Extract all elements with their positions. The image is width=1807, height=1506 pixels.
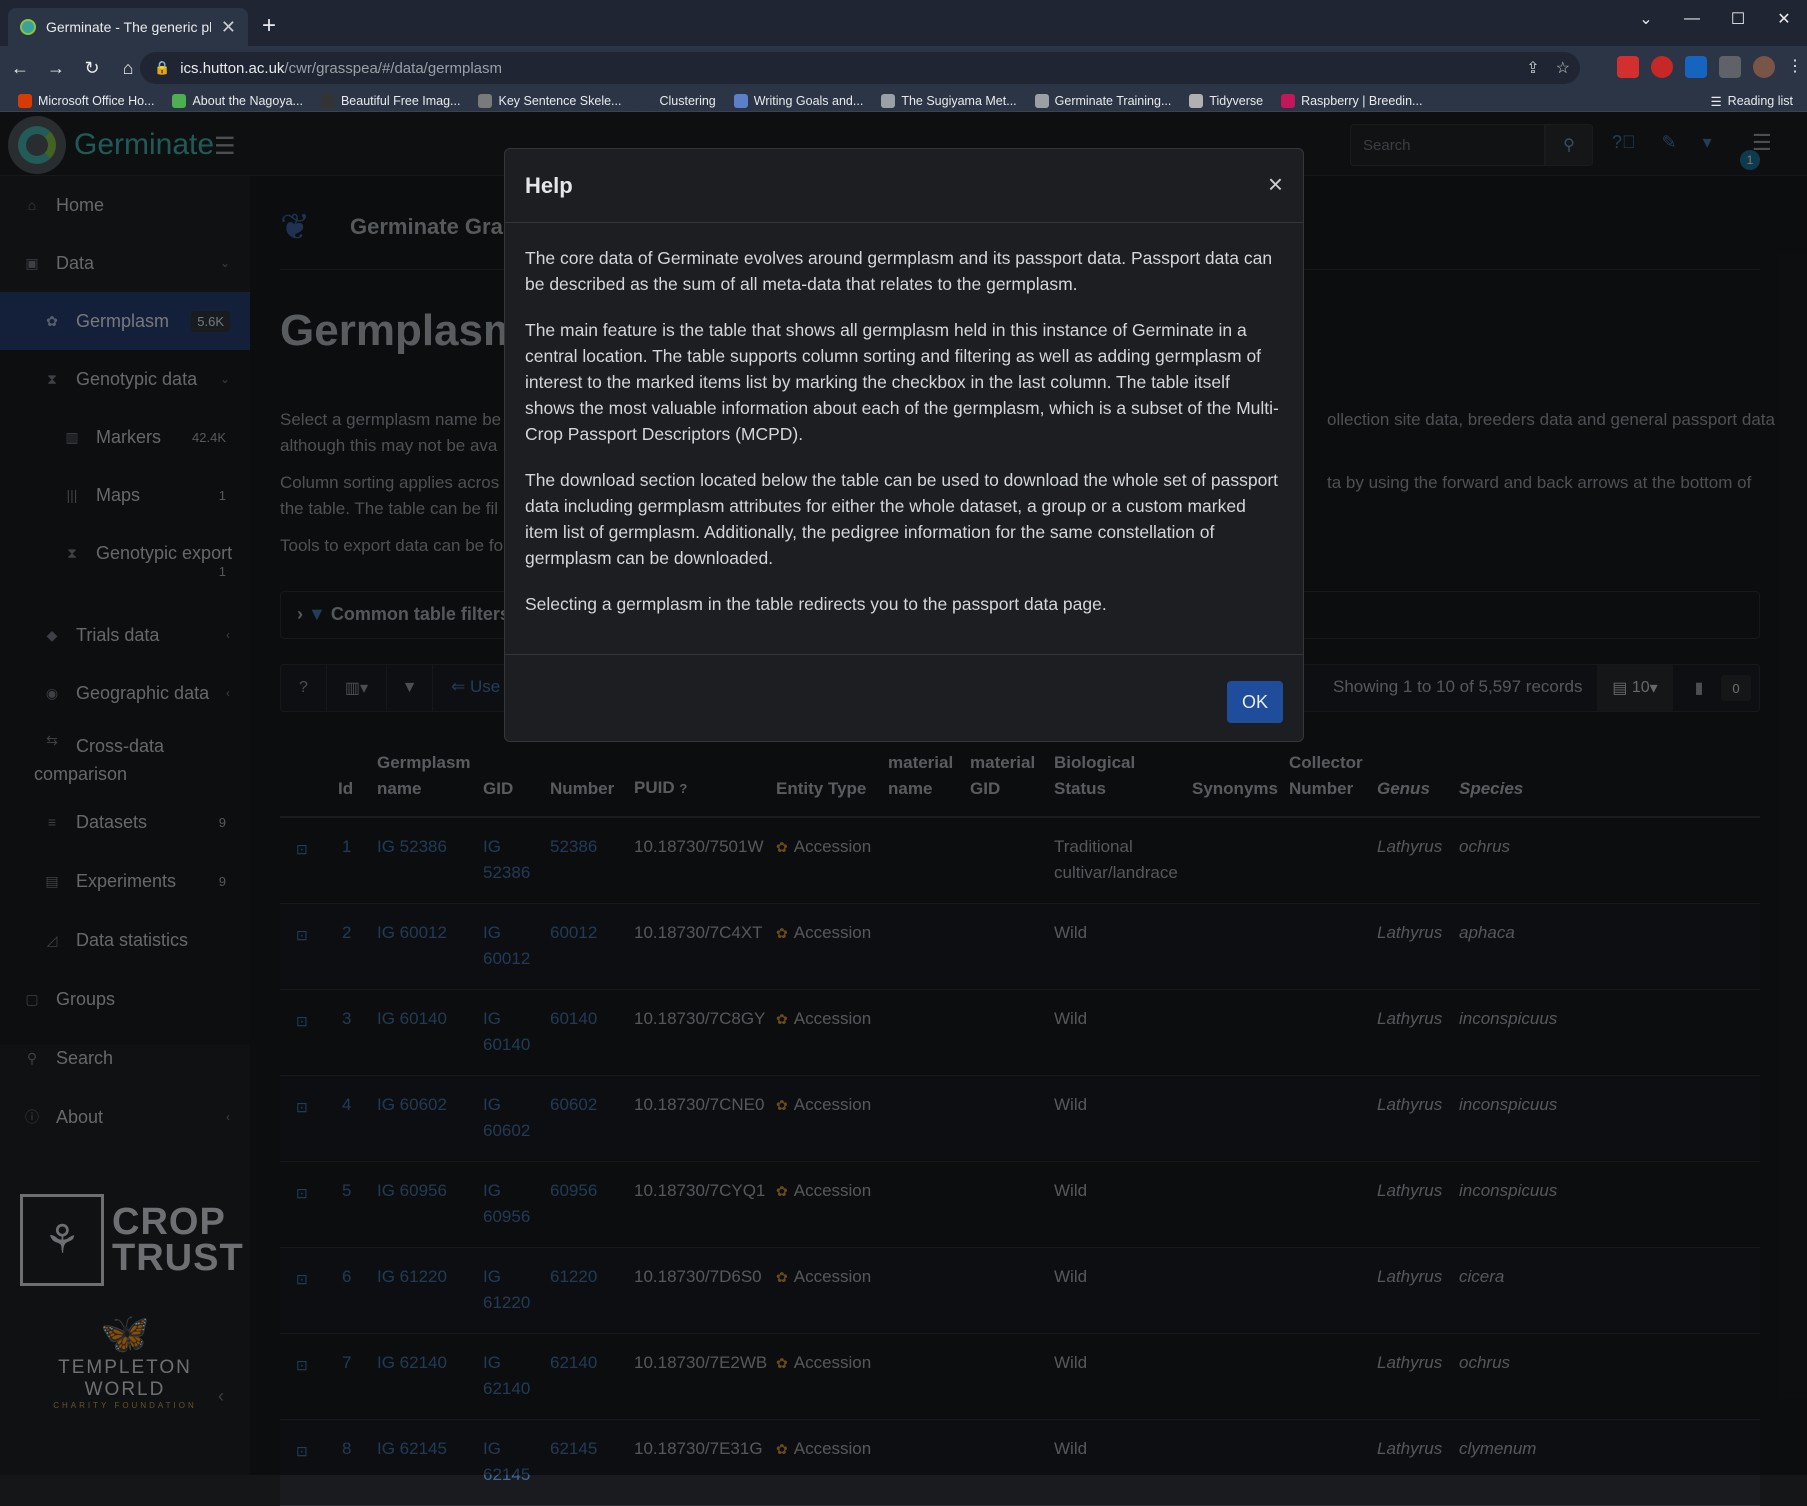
extension-icon[interactable] <box>1651 56 1673 78</box>
bookmark-item[interactable]: Microsoft Office Ho... <box>18 93 154 108</box>
bookmark-favicon-icon <box>639 93 654 108</box>
extensions-bar: ⋮ <box>1617 56 1803 78</box>
close-icon[interactable]: × <box>1268 169 1283 200</box>
bookmark-item[interactable]: Clustering <box>639 93 716 108</box>
bookmark-item[interactable]: Tidyverse <box>1189 93 1263 108</box>
share-icon[interactable]: ⇪ <box>1526 58 1539 78</box>
close-window-icon[interactable]: ✕ <box>1761 4 1807 34</box>
bookmark-star-icon[interactable]: ☆ <box>1556 58 1570 78</box>
ok-button[interactable]: OK <box>1227 681 1283 723</box>
bookmark-favicon-icon <box>320 93 335 108</box>
bookmark-item[interactable]: About the Nagoya... <box>172 93 303 108</box>
modal-body: The core data of Germinate evolves aroun… <box>505 223 1303 655</box>
bookmark-item[interactable]: Raspberry | Breedin... <box>1281 93 1422 108</box>
bookmark-item[interactable]: Writing Goals and... <box>733 93 863 108</box>
minimize-icon[interactable]: — <box>1669 4 1715 34</box>
bookmark-favicon-icon <box>478 93 493 108</box>
url-path: /cwr/grasspea/#/data/germplasm <box>284 59 503 77</box>
browser-tab[interactable]: Germinate - The generic plant ge ✕ <box>8 8 248 46</box>
bookmark-favicon-icon <box>1189 93 1204 108</box>
extension-icon[interactable] <box>1617 56 1639 78</box>
bookmark-favicon-icon <box>1034 93 1049 108</box>
help-paragraph-1: The core data of Germinate evolves aroun… <box>525 248 1273 294</box>
close-tab-icon[interactable]: ✕ <box>221 17 236 38</box>
bookmark-favicon-icon <box>733 93 748 108</box>
back-icon[interactable]: ← <box>4 58 36 79</box>
bookmark-item[interactable]: Germinate Training... <box>1034 93 1171 108</box>
browser-tabstrip: Germinate - The generic plant ge ✕ + ⌄ —… <box>0 0 1807 46</box>
profile-avatar[interactable] <box>1753 56 1775 78</box>
window-controls: ⌄ — ☐ ✕ <box>1623 4 1807 34</box>
modal-title: Help <box>525 173 573 198</box>
maximize-icon[interactable]: ☐ <box>1715 4 1761 34</box>
bookmark-favicon-icon <box>881 93 896 108</box>
url-host: ics.hutton.ac.uk <box>180 59 285 77</box>
lock-icon[interactable]: 🔒 <box>154 60 170 76</box>
bookmarks-bar: Microsoft Office Ho... About the Nagoya..… <box>0 90 1807 112</box>
bookmark-item[interactable]: Beautiful Free Imag... <box>320 93 460 108</box>
tab-title: Germinate - The generic plant ge <box>46 19 211 35</box>
modal-header: Help × <box>505 149 1303 223</box>
reload-icon[interactable]: ↻ <box>76 58 108 79</box>
extension-icon[interactable] <box>1685 56 1707 78</box>
germinate-favicon-icon <box>20 19 36 35</box>
help-paragraph-2: The main feature is the table that shows… <box>525 320 1279 444</box>
puzzle-icon[interactable] <box>1719 56 1741 78</box>
bookmark-favicon-icon <box>18 93 32 108</box>
bookmark-favicon-icon <box>1281 93 1296 108</box>
browser-menu-icon[interactable]: ⋮ <box>1787 56 1803 78</box>
help-paragraph-4: Selecting a germplasm in the table redir… <box>525 594 1107 614</box>
reading-list-icon: ☰ <box>1710 94 1722 109</box>
new-tab-icon[interactable]: + <box>262 12 276 40</box>
forward-icon[interactable]: → <box>40 58 72 79</box>
address-bar[interactable]: 🔒 ics.hutton.ac.uk/cwr/grasspea/#/data/g… <box>140 52 1580 84</box>
bookmark-favicon-icon <box>172 93 187 108</box>
tab-search-icon[interactable]: ⌄ <box>1623 4 1669 34</box>
help-paragraph-3: The download section located below the t… <box>525 470 1279 568</box>
bookmark-item[interactable]: Key Sentence Skele... <box>478 93 621 108</box>
bookmark-item[interactable]: The Sugiyama Met... <box>881 93 1017 108</box>
browser-toolbar: ← → ↻ ⌂ 🔒 ics.hutton.ac.uk/cwr/grasspea/… <box>0 46 1807 90</box>
reading-list[interactable]: ☰ Reading list <box>1710 90 1793 112</box>
help-modal: Help × The core data of Germinate evolve… <box>504 148 1304 742</box>
